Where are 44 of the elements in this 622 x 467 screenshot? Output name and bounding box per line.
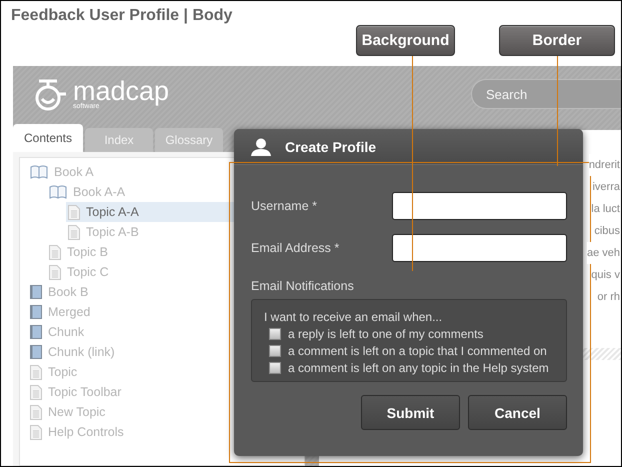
input-field[interactable] — [392, 192, 567, 220]
callout-label: Border — [499, 25, 615, 56]
book-icon — [30, 285, 42, 299]
section-label: Email Notifications — [251, 279, 355, 293]
body-text: ae veh — [586, 242, 621, 264]
logo-text: madcap — [73, 78, 170, 105]
tree-item[interactable]: Topic Toolbar — [28, 382, 304, 402]
logo-icon — [33, 77, 69, 111]
tree-item[interactable]: New Topic — [28, 402, 304, 422]
document-icon — [68, 204, 80, 220]
tree-item[interactable]: Book A-A — [47, 182, 304, 202]
tree-item[interactable]: Book A — [28, 162, 304, 182]
open-book-icon — [30, 165, 48, 179]
document-icon — [30, 404, 42, 420]
tree-item[interactable]: Topic C — [47, 262, 304, 282]
open-book-icon — [49, 185, 67, 199]
dialog-title: Create Profile — [285, 138, 376, 154]
tree-item[interactable]: Topic A-B — [66, 222, 304, 242]
intro-text: I want to receive an email when... — [264, 310, 444, 324]
document-icon — [68, 224, 80, 240]
document-icon — [49, 264, 61, 280]
cancel-button[interactable]: Cancel — [468, 395, 567, 430]
checkbox[interactable] — [269, 362, 281, 374]
callout-label: Background — [356, 25, 455, 56]
checkbox-label: a comment is left on a topic that I commented on — [288, 344, 547, 358]
document-icon — [49, 244, 61, 260]
document-icon — [30, 384, 42, 400]
page-title: Feedback User Profile | Body — [11, 7, 232, 25]
search-field[interactable]: Search — [471, 79, 621, 109]
field-label: Email Address * — [251, 241, 340, 255]
user-icon — [251, 138, 271, 156]
submit-button[interactable]: Submit — [361, 395, 460, 430]
book-icon — [30, 345, 42, 359]
book-icon — [30, 325, 42, 339]
book-icon — [30, 305, 42, 319]
tab[interactable]: Contents — [13, 124, 83, 152]
document-icon — [30, 424, 42, 440]
input-field[interactable] — [392, 234, 567, 262]
document-icon — [30, 364, 42, 380]
checkbox[interactable] — [269, 345, 281, 357]
tree-item[interactable]: Help Controls — [28, 422, 304, 442]
checkbox[interactable] — [269, 328, 281, 340]
checkbox-label: a comment is left on any topic in the Help system — [288, 361, 549, 375]
checkbox-label: a reply is left to one of my comments — [288, 327, 484, 341]
